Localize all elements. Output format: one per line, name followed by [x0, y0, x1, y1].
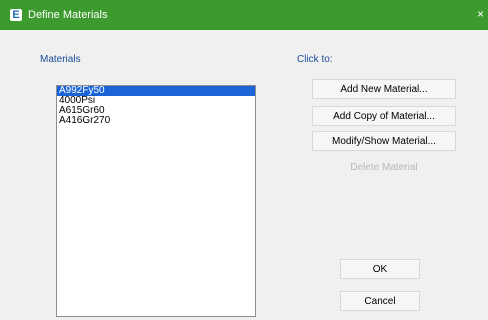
app-icon: E	[10, 9, 22, 21]
materials-listbox[interactable]: A992Fy50 4000Psi A615Gr60 A416Gr270	[56, 85, 256, 317]
delete-material-button: Delete Material	[312, 157, 456, 177]
materials-group-label: Materials	[40, 54, 81, 65]
modify-show-material-button[interactable]: Modify/Show Material...	[312, 131, 456, 151]
add-copy-of-material-button[interactable]: Add Copy of Material...	[312, 106, 456, 126]
close-icon[interactable]: ×	[477, 8, 484, 20]
ok-button[interactable]: OK	[340, 259, 420, 279]
cancel-button[interactable]: Cancel	[340, 291, 420, 311]
window-title: Define Materials	[28, 9, 108, 21]
list-item[interactable]: A416Gr270	[57, 116, 255, 126]
title-bar: E Define Materials ×	[0, 0, 488, 30]
add-new-material-button[interactable]: Add New Material...	[312, 79, 456, 99]
click-to-group-label: Click to:	[297, 54, 333, 65]
